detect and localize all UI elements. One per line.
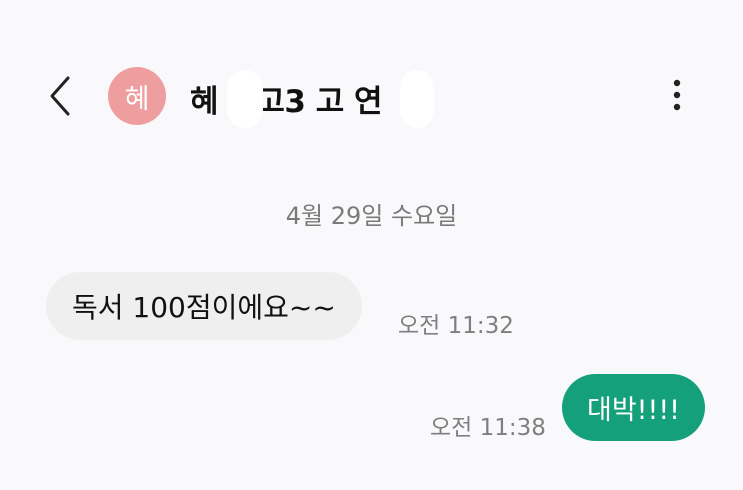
outgoing-message-bubble[interactable]: 대박!!!! [562,374,705,441]
incoming-message-bubble[interactable]: 독서 100점이에요~~ [46,272,362,340]
more-options-button[interactable] [662,76,692,116]
back-button[interactable] [40,72,80,120]
more-vertical-icon [673,79,681,111]
avatar-initial: 혜 [124,83,150,115]
redaction-mark [227,70,263,128]
message-text: 독서 100점이에요~~ [72,291,336,324]
contact-name: 혜 여고3 고 연 [190,83,383,120]
contact-title-button[interactable]: 혜 여고3 고 연 [190,73,422,123]
redaction-mark [400,70,434,128]
conversation-header: 혜 혜 여고3 고 연 [0,0,743,150]
message-text: 대박!!!! [587,395,680,426]
message-timestamp: 오전 11:38 [430,415,546,441]
contact-avatar[interactable]: 혜 [108,67,166,125]
date-separator: 4월 29일 수요일 [285,202,458,230]
message-timestamp: 오전 11:32 [398,313,514,339]
chevron-left-icon [50,76,70,116]
